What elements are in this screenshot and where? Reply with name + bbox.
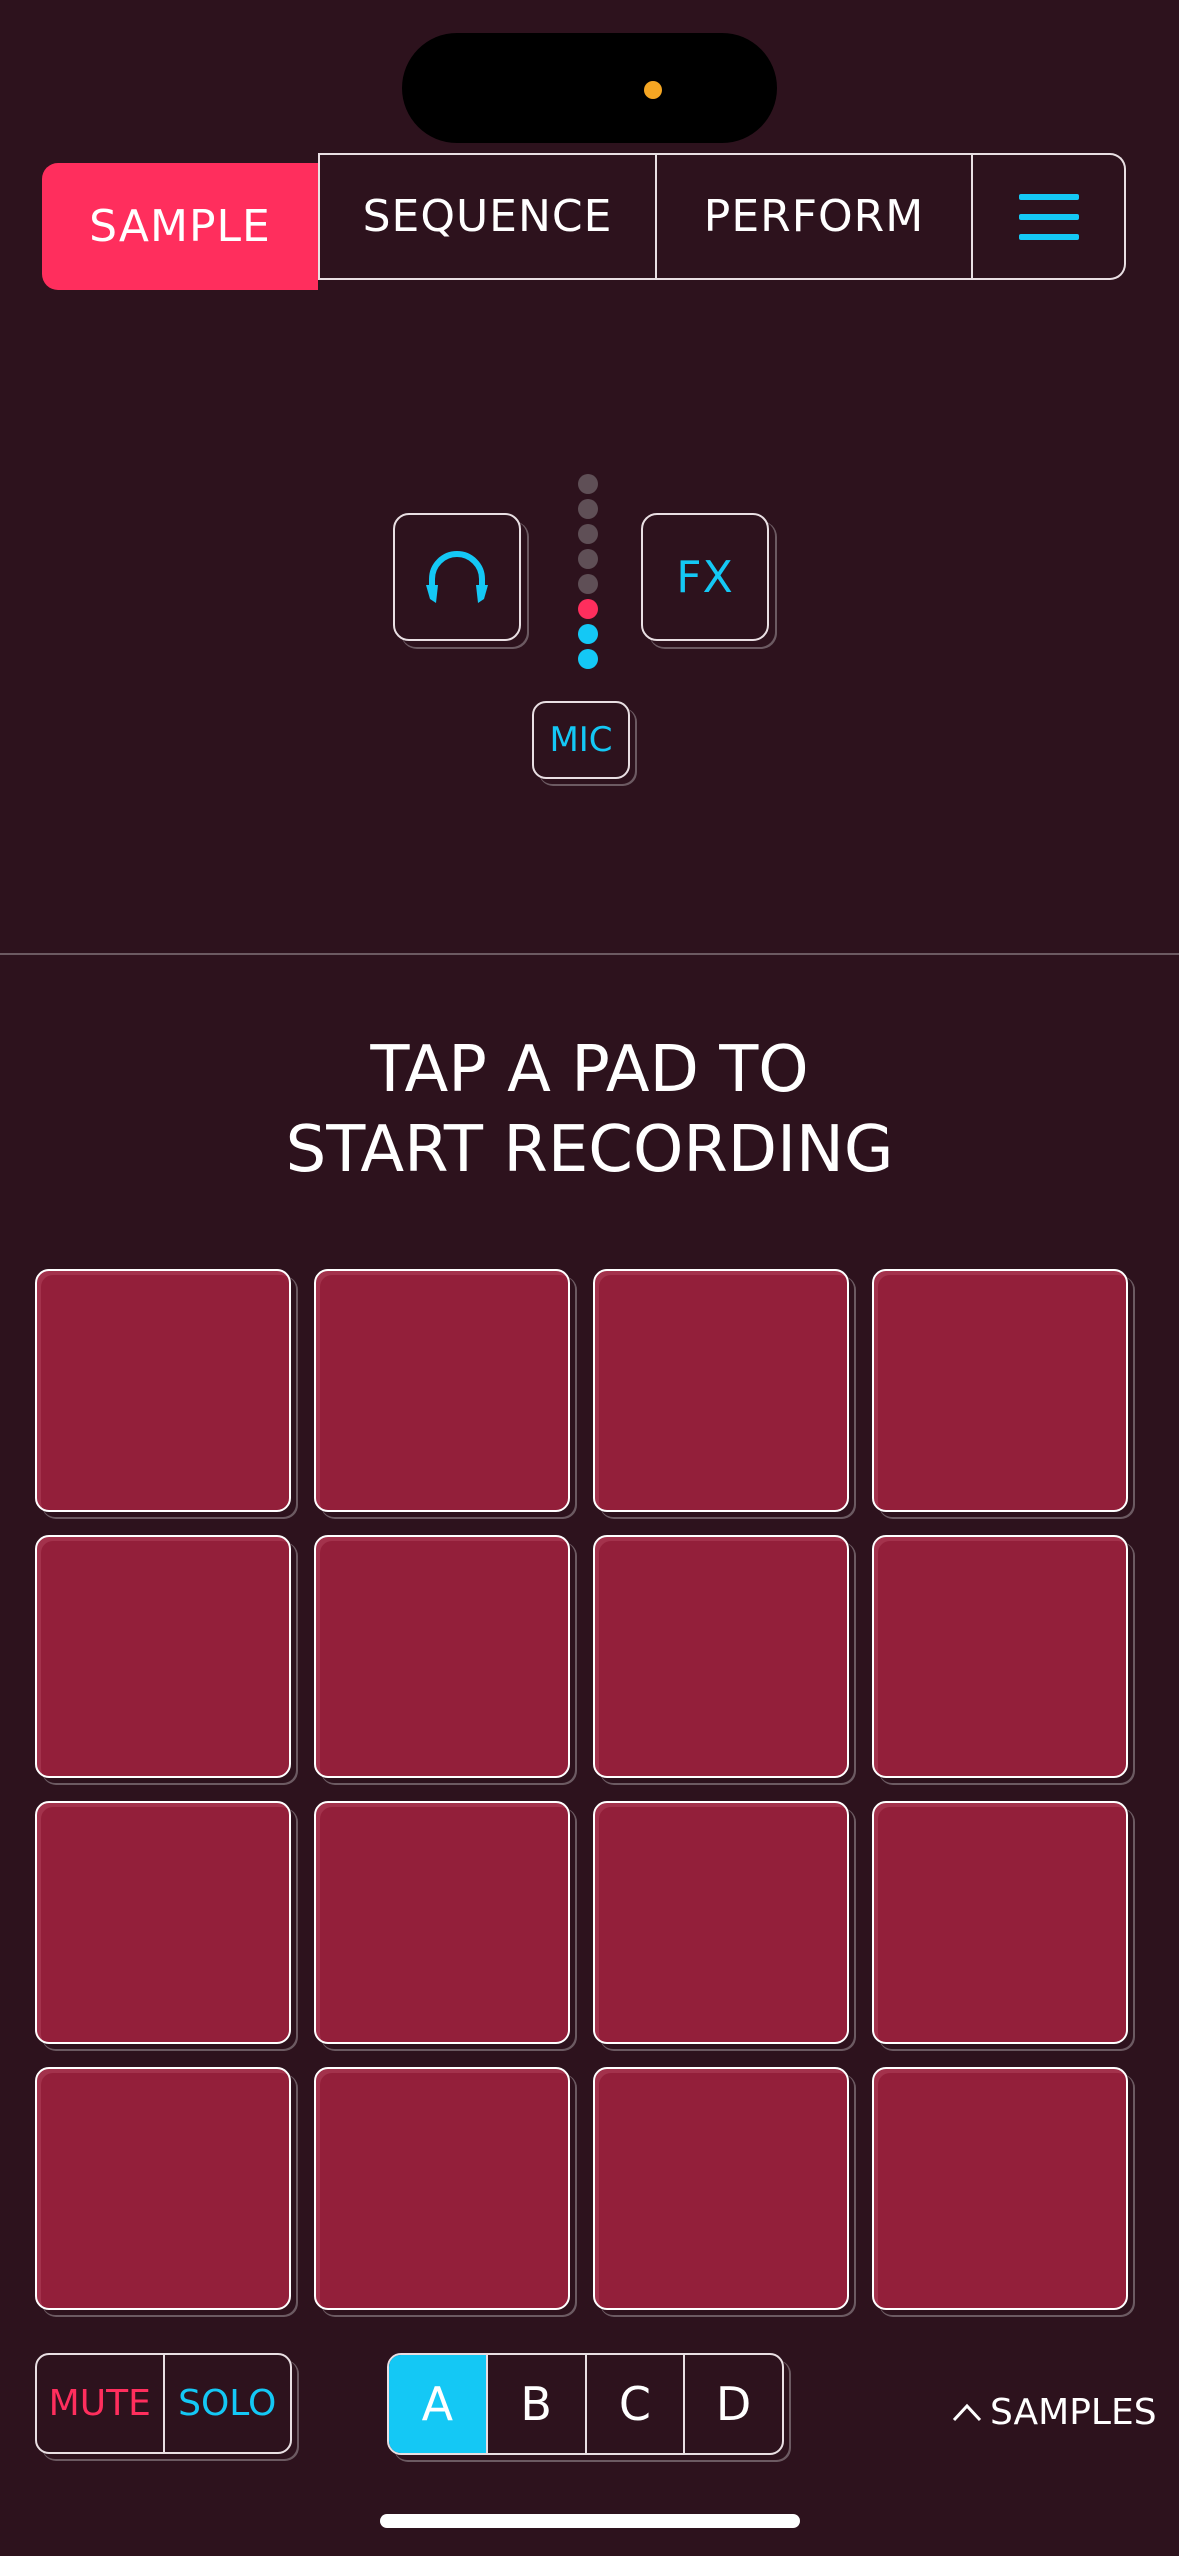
input-level-meter: [578, 474, 600, 674]
pad-12[interactable]: [872, 1801, 1128, 2044]
samples-drawer-toggle[interactable]: SAMPLES: [952, 2384, 1157, 2440]
pad-15[interactable]: [593, 2067, 849, 2310]
dynamic-island: [402, 33, 777, 143]
privacy-indicator-dot: [644, 81, 662, 99]
meter-dot: [578, 499, 598, 519]
pad-11[interactable]: [593, 1801, 849, 2044]
solo-button[interactable]: SOLO: [165, 2355, 291, 2452]
pad-1[interactable]: [35, 1269, 291, 1512]
pad-16[interactable]: [872, 2067, 1128, 2310]
meter-dot: [578, 574, 598, 594]
meter-dot: [578, 524, 598, 544]
bank-d-label: D: [715, 2377, 752, 2431]
tab-sample-label: SAMPLE: [89, 201, 271, 252]
headphones-monitor-button[interactable]: [393, 513, 521, 641]
record-hint-line2: START RECORDING: [285, 1113, 894, 1187]
bank-a-button[interactable]: A: [389, 2355, 486, 2453]
hamburger-icon: [1018, 193, 1079, 240]
mode-tabs: SAMPLE SEQUENCE PERFORM: [42, 153, 1126, 290]
menu-button[interactable]: [973, 153, 1126, 280]
pad-14[interactable]: [314, 2067, 570, 2310]
meter-dot: [578, 624, 598, 644]
mute-button[interactable]: MUTE: [37, 2355, 165, 2452]
bank-selector: A B C D: [387, 2353, 784, 2455]
pad-6[interactable]: [314, 1535, 570, 1778]
fx-button[interactable]: FX: [641, 513, 769, 641]
headphones-icon: [426, 551, 488, 603]
section-divider: [0, 953, 1179, 955]
home-indicator: [380, 2514, 800, 2528]
pad-7[interactable]: [593, 1535, 849, 1778]
mute-solo-group: MUTE SOLO: [35, 2353, 292, 2454]
tab-perform[interactable]: PERFORM: [657, 153, 973, 280]
tab-perform-label: PERFORM: [703, 191, 925, 242]
pad-2[interactable]: [314, 1269, 570, 1512]
meter-dot: [578, 549, 598, 569]
meter-dot: [578, 599, 598, 619]
bank-d-button[interactable]: D: [683, 2355, 782, 2453]
pad-10[interactable]: [314, 1801, 570, 2044]
mic-input-button[interactable]: MIC: [532, 701, 630, 779]
pad-5[interactable]: [35, 1535, 291, 1778]
bank-b-label: B: [520, 2377, 552, 2431]
samples-label: SAMPLES: [990, 2391, 1157, 2433]
meter-dot: [578, 474, 598, 494]
fx-label: FX: [676, 551, 734, 603]
pad-grid: [35, 1269, 1130, 2310]
pad-9[interactable]: [35, 1801, 291, 2044]
tab-sample[interactable]: SAMPLE: [42, 163, 318, 290]
bank-c-button[interactable]: C: [584, 2355, 684, 2453]
pad-8[interactable]: [872, 1535, 1128, 1778]
pad-13[interactable]: [35, 2067, 291, 2310]
mute-label: MUTE: [48, 2383, 151, 2424]
bank-c-label: C: [618, 2377, 651, 2431]
tab-sequence[interactable]: SEQUENCE: [318, 153, 657, 280]
pad-3[interactable]: [593, 1269, 849, 1512]
bank-b-button[interactable]: B: [485, 2355, 585, 2453]
record-hint: TAP A PAD TO START RECORDING: [0, 1030, 1179, 1190]
record-hint-line1: TAP A PAD TO: [370, 1033, 809, 1107]
solo-label: SOLO: [178, 2383, 277, 2424]
pad-4[interactable]: [872, 1269, 1128, 1512]
bank-a-label: A: [421, 2377, 454, 2431]
chevron-up-icon: [952, 2403, 982, 2422]
tab-sequence-label: SEQUENCE: [362, 191, 613, 242]
mic-label: MIC: [549, 720, 613, 760]
meter-dot: [578, 649, 598, 669]
